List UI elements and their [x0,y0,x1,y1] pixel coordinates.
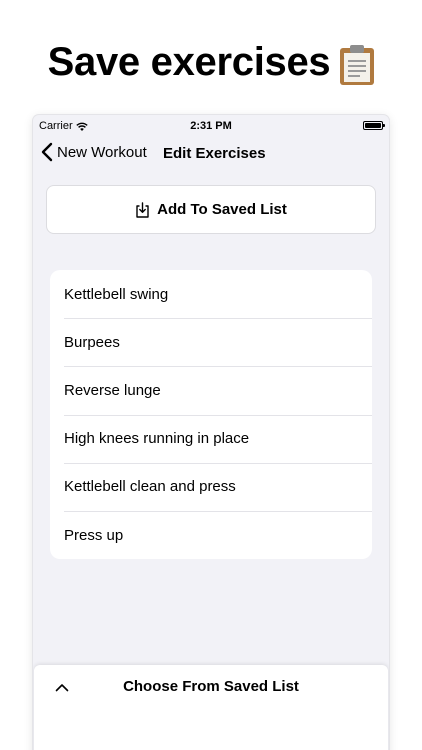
sheet-title: Choose From Saved List [123,678,299,695]
page-title: Edit Exercises [163,145,266,162]
add-to-saved-list-button[interactable]: Add To Saved List [46,185,376,234]
battery-icon [363,121,385,130]
back-button[interactable]: New Workout [41,142,147,162]
saved-list-sheet[interactable]: Choose From Saved List [34,665,388,750]
exercise-name: Kettlebell swing [64,285,169,303]
list-item[interactable]: High knees running in place [50,414,372,463]
add-button-label: Add To Saved List [157,201,287,218]
phone-screen: Carrier 2:31 PM New Workout Edit Exercis… [33,115,389,750]
exercise-list: Kettlebell swing Burpees Reverse lunge H… [50,270,372,560]
exercise-name: Press up [64,526,124,544]
exercise-name: Reverse lunge [64,381,161,399]
list-item[interactable]: Press up [50,510,372,559]
list-item[interactable]: Kettlebell clean and press [50,462,372,511]
exercise-name: Kettlebell clean and press [64,478,236,496]
back-label: New Workout [57,143,147,161]
status-time: 2:31 PM [190,120,232,132]
list-item[interactable]: Reverse lunge [50,366,372,414]
download-tray-icon [136,201,149,218]
clipboard-icon [340,44,375,85]
exercise-name: Burpees [64,333,120,351]
headline: Save exercises [0,40,422,85]
list-item[interactable]: Kettlebell swing [50,270,372,318]
list-item[interactable]: Burpees [50,318,372,366]
nav-bar: New Workout Edit Exercises [33,139,389,167]
chevron-left-icon [41,142,53,162]
exercise-name: High knees running in place [64,430,250,448]
status-bar: Carrier 2:31 PM [33,115,389,135]
headline-text: Save exercises [47,40,331,84]
